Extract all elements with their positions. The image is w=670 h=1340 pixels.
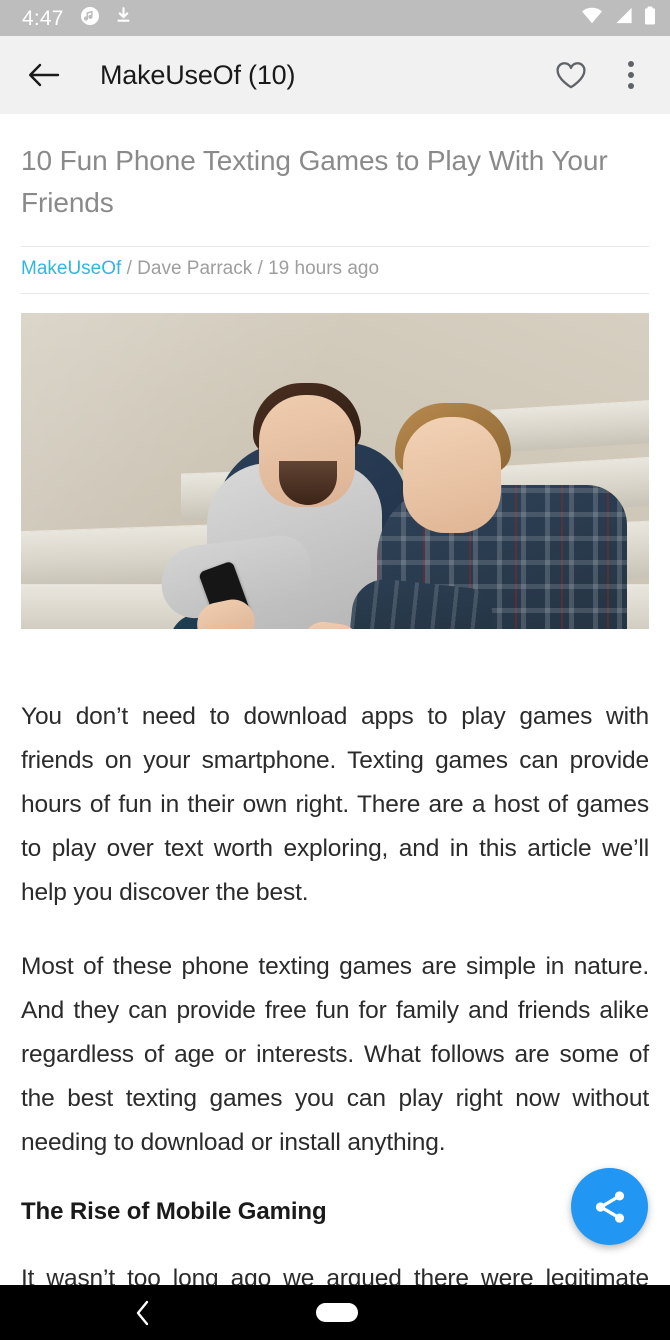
share-fab-button[interactable] xyxy=(571,1168,648,1245)
article-hero-image xyxy=(21,312,649,629)
status-bar-clock: 4:47 xyxy=(22,6,64,30)
music-note-icon xyxy=(80,6,100,31)
article-title: 10 Fun Phone Texting Games to Play With … xyxy=(21,145,608,218)
byline-source-link[interactable]: MakeUseOf xyxy=(21,258,121,279)
byline-timestamp: 19 hours ago xyxy=(268,258,380,279)
nav-back-chevron-icon xyxy=(136,1300,149,1326)
system-navigation-bar xyxy=(0,1285,670,1340)
app-bar-actions xyxy=(554,55,648,95)
status-bar-system-icons xyxy=(581,6,656,30)
heart-outline-icon xyxy=(556,61,586,88)
battery-icon xyxy=(644,6,656,30)
byline-author: Dave Parrack xyxy=(137,258,253,279)
article-paragraph-3: It wasn’t too long ago we argued there w… xyxy=(21,1257,649,1285)
article-byline: MakeUseOf / Dave Parrack / 19 hours ago xyxy=(21,246,649,294)
status-bar: 4:47 xyxy=(0,0,670,36)
app-bar: MakeUseOf (10) xyxy=(0,36,670,114)
article-subheading: The Rise of Mobile Gaming xyxy=(21,1197,327,1225)
phone-screen: 4:47 MakeUseOf (10) 10 Fun Phone Texting… xyxy=(0,0,670,1340)
status-bar-notification-icons xyxy=(80,6,133,31)
back-arrow-icon xyxy=(29,63,60,87)
nav-back-button[interactable] xyxy=(122,1293,164,1333)
favorite-button[interactable] xyxy=(554,55,588,95)
paragraph-3-text-1: It wasn’t too long ago we argued there w… xyxy=(21,1264,649,1285)
hero-person-right-head xyxy=(403,416,501,533)
wifi-icon xyxy=(581,7,603,29)
back-button[interactable] xyxy=(24,55,64,95)
byline-sep-2: / xyxy=(252,258,269,279)
byline-text: MakeUseOf / Dave Parrack / 19 hours ago xyxy=(21,258,649,281)
byline-sep-1: / xyxy=(121,258,138,279)
cell-signal-icon xyxy=(614,7,633,29)
article-content[interactable]: 10 Fun Phone Texting Games to Play With … xyxy=(0,114,670,1285)
more-vertical-icon xyxy=(628,61,634,89)
article-paragraph-1: You don’t need to download apps to play … xyxy=(21,702,649,906)
share-icon xyxy=(595,1190,624,1223)
overflow-menu-button[interactable] xyxy=(614,55,648,95)
article-paragraph-2: Most of these phone texting games are si… xyxy=(21,952,649,1156)
app-bar-title: MakeUseOf (10) xyxy=(100,59,296,90)
download-icon xyxy=(114,6,133,30)
article-body: You don’t need to download apps to play … xyxy=(21,629,649,1285)
nav-home-pill-icon[interactable] xyxy=(316,1303,358,1322)
